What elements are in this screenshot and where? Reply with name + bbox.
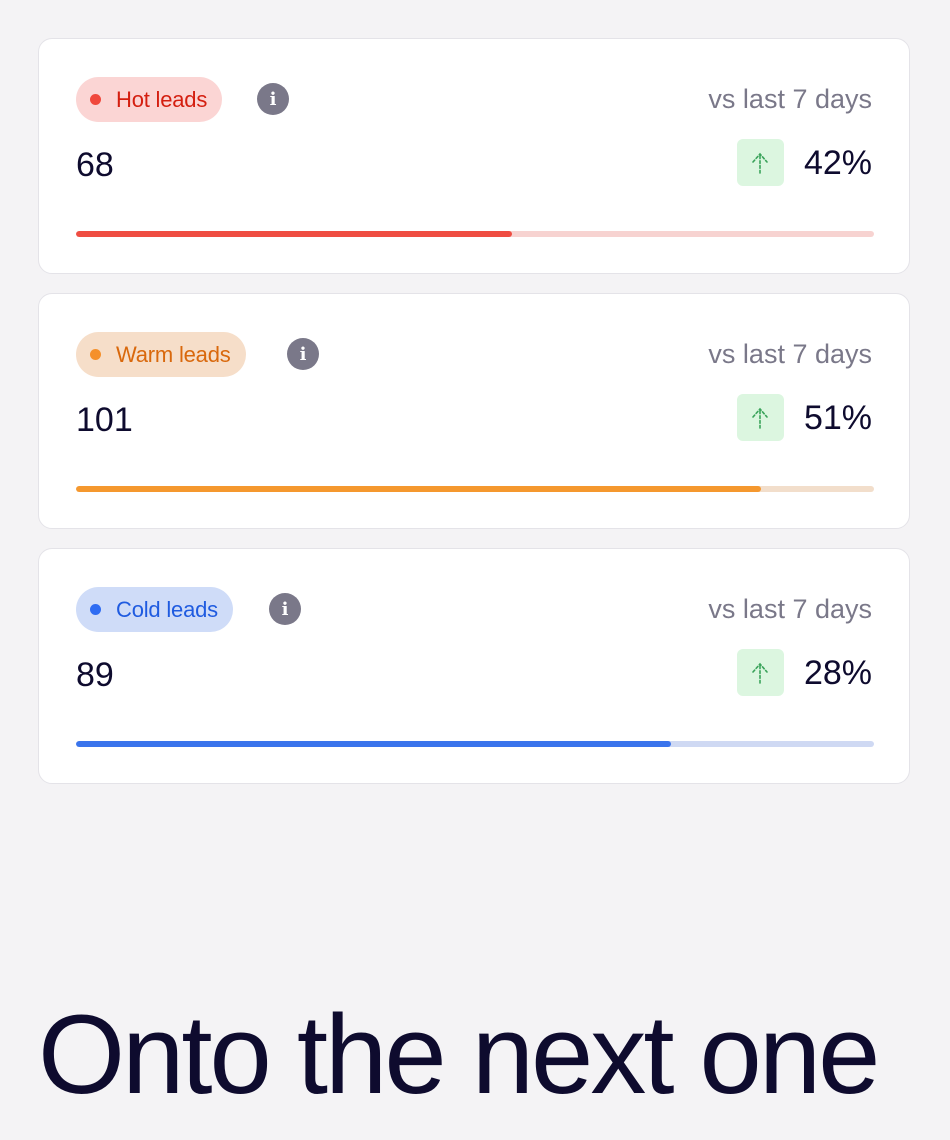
comparison-period: vs last 7 days [708,339,872,369]
arrow-up-icon [736,139,784,186]
warm-leads-card: Warm leads i vs last 7 days 101 51% [38,293,910,529]
progress-track [76,486,874,492]
change-percentage: 51% [803,398,872,437]
lead-count: 68 [76,146,114,184]
comparison-period: vs last 7 days [708,84,872,114]
lead-category-badge[interactable]: Warm leads [76,332,246,377]
lead-count: 89 [76,656,114,694]
lead-category-label: Cold leads [116,596,218,622]
progress-fill [76,741,671,747]
hot-leads-card: Hot leads i vs last 7 days 68 42% [38,38,910,274]
lead-count: 101 [76,401,133,439]
info-icon[interactable]: i [257,83,289,115]
lead-category-badge[interactable]: Cold leads [76,587,233,632]
status-dot-icon [90,604,101,615]
lead-category-badge[interactable]: Hot leads [76,77,223,122]
arrow-up-icon [736,649,784,696]
progress-fill [76,231,512,237]
lead-category-label: Warm leads [116,341,231,367]
info-icon[interactable]: i [287,338,319,370]
trend-indicator: 51% [736,394,872,441]
progress-track [76,231,874,237]
lead-category-label: Hot leads [116,86,208,112]
arrow-up-icon [736,394,784,441]
progress-fill [76,486,761,492]
page-headline: Onto the next one [38,992,880,1117]
change-percentage: 42% [803,143,872,182]
trend-indicator: 42% [736,139,872,186]
change-percentage: 28% [803,653,872,692]
trend-indicator: 28% [736,649,872,696]
status-dot-icon [90,94,101,105]
comparison-period: vs last 7 days [708,594,872,624]
cold-leads-card: Cold leads i vs last 7 days 89 28% [38,548,910,784]
info-icon[interactable]: i [269,593,301,625]
progress-track [76,741,874,747]
status-dot-icon [90,349,101,360]
